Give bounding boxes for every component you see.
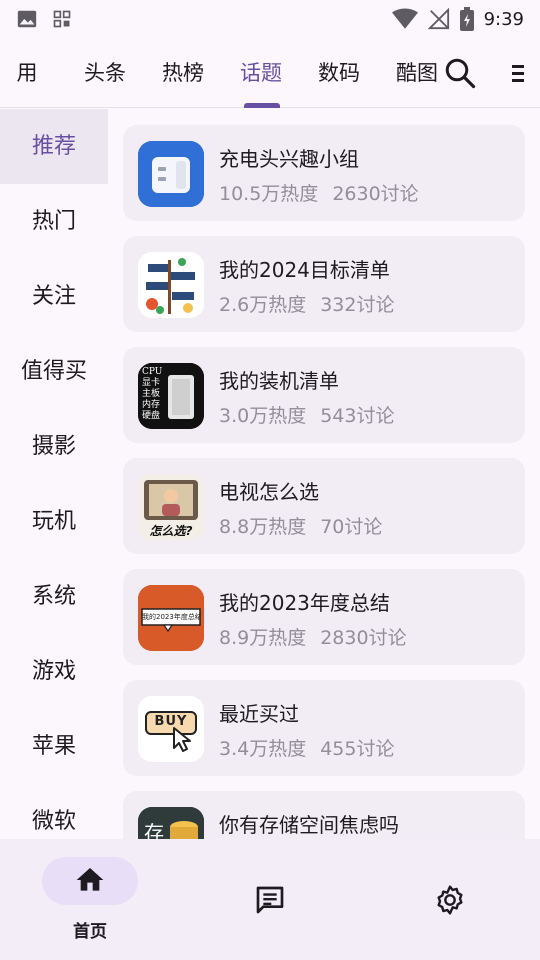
topic-card-recently-bought[interactable]: BUY 最近买过 3.4万热度 455讨论 [123,680,525,776]
gear-icon [437,885,463,915]
topic-title: 充电头兴趣小组 [219,147,359,171]
thumbnail-caption: 存 [144,821,164,839]
topic-title: 最近买过 [219,702,299,726]
topic-thumbnail: 存 [138,807,204,839]
tab-digital[interactable]: 数码 [300,38,378,108]
sidebar-item-following[interactable]: 关注 [0,259,108,334]
nav-home-label: 首页 [73,922,107,942]
topic-title: 我的装机清单 [219,369,339,393]
thumbnail-caption: BUY [154,714,188,729]
status-bar: 9:39 [0,0,540,38]
topic-stats: 2.6万热度 332讨论 [219,294,395,316]
tab-hot-list[interactable]: 热榜 [144,38,222,108]
topic-card-2024-goals[interactable]: 我的2024目标清单 2.6万热度 332讨论 [123,236,525,332]
sidebar-item-device-play[interactable]: 玩机 [0,484,108,559]
sidebar-item-photography[interactable]: 摄影 [0,409,108,484]
topic-title: 电视怎么选 [219,480,319,504]
search-button[interactable] [442,55,478,91]
wifi-icon [391,8,418,29]
topic-thumbnail: 怎么选? [138,474,204,540]
topic-stats: 3.4万热度 455讨论 [219,738,395,760]
sidebar-item-games[interactable]: 游戏 [0,634,108,709]
sidebar-item-worth-buying[interactable]: 值得买 [0,334,108,409]
topic-title: 我的2024目标清单 [219,258,390,282]
topic-thumbnail: 我的2023年度总结 [138,585,204,651]
topic-card-tv[interactable]: 怎么选? 电视怎么选 8.8万热度 70讨论 [123,458,525,554]
topic-card-charger[interactable]: 充电头兴趣小组 10.5万热度 2630讨论 [123,125,525,221]
menu-icon [512,65,524,82]
topic-stats: 8.9万热度 2830讨论 [219,627,407,649]
message-icon [256,886,284,914]
home-icon [76,868,104,891]
apps-notification-icon [53,10,71,28]
topic-title: 你有存储空间焦虑吗 [219,813,399,837]
nav-settings[interactable] [360,839,540,960]
thumbnail-caption: 我的2023年度总结 [142,613,200,621]
tab-topics[interactable]: 话题 [222,38,300,108]
topic-thumbnail [138,252,204,318]
thumbnail-caption: CPU 显卡 主板 内存 硬盘 [142,367,163,421]
nav-messages[interactable] [180,839,360,960]
status-time: 9:39 [483,8,524,30]
topic-thumbnail: BUY [138,696,204,762]
battery-icon [459,7,474,31]
tab-partial[interactable]: 用 [0,38,66,108]
topic-stats: 8.8万热度 70讨论 [219,516,383,538]
tab-headlines[interactable]: 头条 [66,38,144,108]
goals-illustration-icon [138,252,204,318]
topic-stats: 3.0万热度 543讨论 [219,405,395,427]
bottom-navigation: 首页 [0,839,540,960]
topic-thumbnail: CPU 显卡 主板 内存 硬盘 [138,363,204,429]
active-tab-indicator [244,103,280,108]
topic-stats: 10.5万热度 2630讨论 [219,183,419,205]
topic-card-storage-anxiety[interactable]: 存 你有存储空间焦虑吗 [123,791,525,839]
sidebar-item-popular[interactable]: 热门 [0,184,108,259]
topic-card-pc-build[interactable]: CPU 显卡 主板 内存 硬盘 我的装机清单 3.0万热度 543讨论 [123,347,525,443]
buy-button-illustration [138,696,204,762]
sidebar-item-system[interactable]: 系统 [0,559,108,634]
thumbnail-caption: 怎么选? [149,524,193,538]
nav-home[interactable]: 首页 [0,839,180,960]
category-sidebar: 推荐 热门 关注 值得买 摄影 玩机 系统 游戏 苹果 微软 [0,109,108,839]
tab-strip: 用 头条 热榜 话题 数码 酷图 [0,38,456,108]
topic-title: 我的2023年度总结 [219,591,390,615]
more-menu-button[interactable] [502,55,532,91]
sidebar-item-microsoft[interactable]: 微软 [0,784,108,839]
topic-thumbnail [138,141,204,207]
signal-off-icon [427,8,449,30]
top-tab-bar: 用 头条 热榜 话题 数码 酷图 [0,38,540,108]
sidebar-item-apple[interactable]: 苹果 [0,709,108,784]
charger-image-icon [138,141,204,207]
topic-list: 充电头兴趣小组 10.5万热度 2630讨论 我的2024目标清单 2.6万热度 3… [108,109,540,839]
sidebar-item-recommended[interactable]: 推荐 [0,109,108,184]
image-notification-icon [17,10,37,28]
search-icon [445,58,476,89]
topic-card-2023-summary[interactable]: 我的2023年度总结 我的2023年度总结 8.9万热度 2830讨论 [123,569,525,665]
